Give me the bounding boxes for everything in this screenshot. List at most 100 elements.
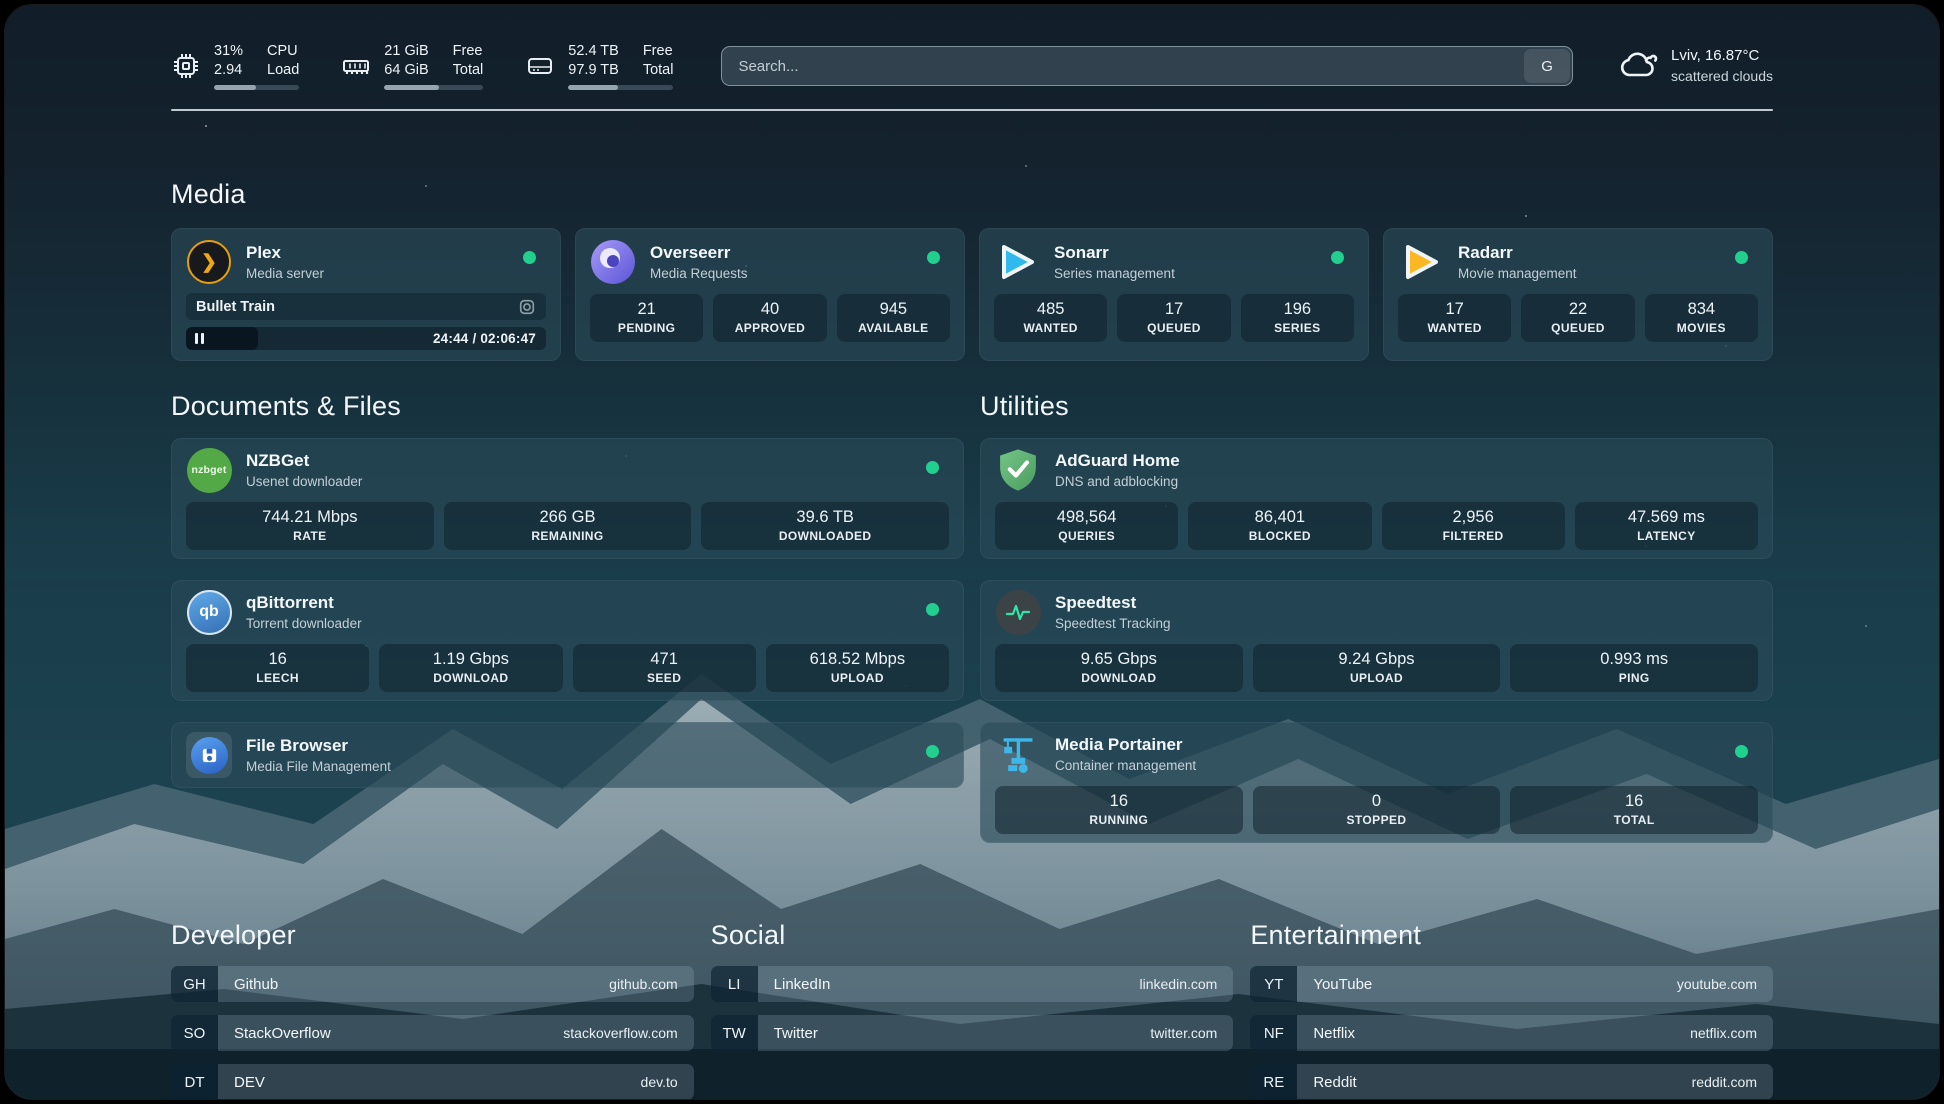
speedtest-icon <box>995 589 1041 635</box>
app-description: Container management <box>1055 758 1196 773</box>
memory-free-label: Free <box>453 42 484 61</box>
bookmark-github[interactable]: GH Github github.com <box>171 966 694 1002</box>
utilities-column: Utilities AdGuard Home <box>980 391 1773 864</box>
memory-free-value: 21 GiB <box>384 42 428 61</box>
cpu-stat: 31% 2.94 CPU Load <box>171 42 299 91</box>
memory-total-label: Total <box>453 61 484 80</box>
stat-tile: 47.569 msLATENCY <box>1575 502 1758 550</box>
pause-button[interactable] <box>186 327 258 350</box>
stat-tile: 744.21 MbpsRATE <box>186 502 434 550</box>
bookmark-url: stackoverflow.com <box>563 1025 677 1041</box>
app-card-adguard[interactable]: AdGuard Home DNS and adblocking 498,564Q… <box>980 438 1773 559</box>
section-title-social: Social <box>711 920 1234 951</box>
bookmark-stackoverflow[interactable]: SO StackOverflow stackoverflow.com <box>171 1015 694 1051</box>
bookmark-twitter[interactable]: TW Twitter twitter.com <box>711 1015 1234 1051</box>
disk-total-label: Total <box>643 61 674 80</box>
section-title-entertainment: Entertainment <box>1250 920 1773 951</box>
bookmark-abbr: TW <box>711 1015 758 1051</box>
app-card-qbittorrent[interactable]: qb qBittorrent Torrent downloader 16LEEC… <box>171 580 964 701</box>
section-title-developer: Developer <box>171 920 694 951</box>
app-name: Speedtest <box>1055 593 1171 613</box>
nzbget-icon: nzbget <box>186 447 232 493</box>
memory-stat: 21 GiB 64 GiB Free Total <box>341 42 483 91</box>
portainer-icon <box>995 731 1041 777</box>
disk-progress-bar <box>568 85 673 90</box>
bookmark-abbr: DT <box>171 1064 218 1100</box>
bookmark-url: dev.to <box>641 1074 678 1090</box>
bookmark-abbr: RE <box>1250 1064 1297 1100</box>
pause-icon <box>195 333 204 344</box>
bookmark-name: YouTube <box>1313 976 1372 993</box>
bookmark-abbr: YT <box>1250 966 1297 1002</box>
disk-free-value: 52.4 TB <box>568 42 619 61</box>
stat-tile: 40APPROVED <box>713 294 826 342</box>
stat-tile: 834MOVIES <box>1645 294 1758 342</box>
bookmark-linkedin[interactable]: LI LinkedIn linkedin.com <box>711 966 1234 1002</box>
app-name: Radarr <box>1458 243 1577 263</box>
bookmark-abbr: GH <box>171 966 218 1002</box>
app-card-radarr[interactable]: Radarr Movie management 17WANTED 22QUEUE… <box>1383 228 1773 361</box>
bookmark-url: linkedin.com <box>1140 976 1218 992</box>
status-online-dot <box>926 461 939 474</box>
bookmark-netflix[interactable]: NF Netflix netflix.com <box>1250 1015 1773 1051</box>
stat-tile: 17WANTED <box>1398 294 1511 342</box>
app-card-plex[interactable]: ❯ Plex Media server Bullet Train <box>171 228 561 361</box>
app-name: AdGuard Home <box>1055 451 1180 471</box>
app-card-filebrowser[interactable]: File Browser Media File Management <box>171 722 964 788</box>
cpu-progress-bar <box>214 85 299 90</box>
app-card-portainer[interactable]: Media Portainer Container management 16R… <box>980 722 1773 843</box>
playback-progress-bar: 24:44 / 02:06:47 <box>186 327 546 350</box>
disk-icon <box>525 51 555 81</box>
bookmark-name: LinkedIn <box>774 976 831 993</box>
status-online-dot <box>1331 251 1344 264</box>
bookmark-url: netflix.com <box>1690 1025 1757 1041</box>
app-card-nzbget[interactable]: nzbget NZBGet Usenet downloader 744.21 M… <box>171 438 964 559</box>
section-title-media: Media <box>171 179 1773 210</box>
cpu-load-label: Load <box>267 61 299 80</box>
app-description: Media server <box>246 266 324 281</box>
stat-tile: 1.19 GbpsDOWNLOAD <box>379 644 562 692</box>
app-card-speedtest[interactable]: Speedtest Speedtest Tracking 9.65 GbpsDO… <box>980 580 1773 701</box>
bookmark-abbr: SO <box>171 1015 218 1051</box>
section-title-documents: Documents & Files <box>171 391 964 422</box>
memory-total-value: 64 GiB <box>384 61 428 80</box>
bookmark-url: twitter.com <box>1150 1025 1217 1041</box>
app-description: DNS and adblocking <box>1055 474 1180 489</box>
app-name: Overseerr <box>650 243 748 263</box>
app-name: qBittorrent <box>246 593 362 613</box>
app-description: Media Requests <box>650 266 748 281</box>
app-name: Plex <box>246 243 324 263</box>
media-grid: ❯ Plex Media server Bullet Train <box>171 228 1773 361</box>
stat-tile: 16LEECH <box>186 644 369 692</box>
bookmark-youtube[interactable]: YT YouTube youtube.com <box>1250 966 1773 1002</box>
stat-tile: 485WANTED <box>994 294 1107 342</box>
documents-column: Documents & Files nzbget NZBGet Usenet d… <box>171 391 964 809</box>
app-name: Sonarr <box>1054 243 1175 263</box>
app-card-overseerr[interactable]: Overseerr Media Requests 21PENDING 40APP… <box>575 228 965 361</box>
stat-tile: 196SERIES <box>1241 294 1354 342</box>
app-name: NZBGet <box>246 451 362 471</box>
stat-tile: 498,564QUERIES <box>995 502 1178 550</box>
radarr-icon <box>1398 239 1444 285</box>
stat-tile: 17QUEUED <box>1117 294 1230 342</box>
stat-tile: 86,401BLOCKED <box>1188 502 1371 550</box>
search-input[interactable] <box>721 46 1573 86</box>
bookmark-reddit[interactable]: RE Reddit reddit.com <box>1250 1064 1773 1100</box>
bookmark-abbr: NF <box>1250 1015 1297 1051</box>
search-engine-button[interactable]: G <box>1524 49 1570 83</box>
stat-tile: 9.24 GbpsUPLOAD <box>1253 644 1501 692</box>
weather-widget: Lviv, 16.87°C scattered clouds <box>1617 45 1773 87</box>
section-title-utilities: Utilities <box>980 391 1773 422</box>
bookmark-name: Netflix <box>1313 1025 1355 1042</box>
status-online-dot <box>1735 745 1748 758</box>
stat-tile: 39.6 TBDOWNLOADED <box>701 502 949 550</box>
filebrowser-icon <box>186 732 232 778</box>
dashboard-window: 31% 2.94 CPU Load <box>4 4 1940 1100</box>
bookmark-dev[interactable]: DT DEV dev.to <box>171 1064 694 1100</box>
camera-icon[interactable] <box>518 298 536 316</box>
app-description: Usenet downloader <box>246 474 362 489</box>
stat-tile: 0STOPPED <box>1253 786 1501 834</box>
app-card-sonarr[interactable]: Sonarr Series management 485WANTED 17QUE… <box>979 228 1369 361</box>
stat-tile: 471SEED <box>573 644 756 692</box>
bookmark-url: youtube.com <box>1677 976 1757 992</box>
